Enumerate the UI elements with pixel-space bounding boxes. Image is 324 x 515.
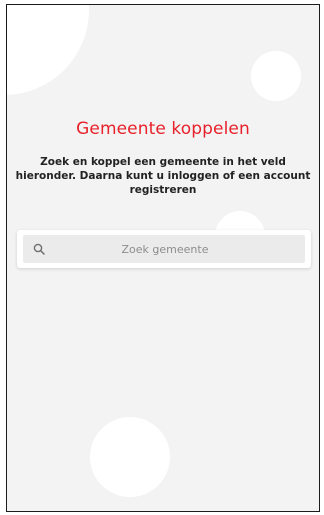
page-title: Gemeente koppelen (76, 119, 250, 139)
app-window: Gemeente koppelen Zoek en koppel een gem… (6, 4, 320, 512)
page-subtitle: Zoek en koppel een gemeente in het veld … (15, 156, 311, 196)
search-icon (23, 235, 55, 263)
search-field[interactable] (23, 235, 305, 263)
screen: Gemeente koppelen Zoek en koppel een gem… (0, 0, 324, 515)
main-content: Gemeente koppelen Zoek en koppel een gem… (7, 5, 319, 511)
search-input[interactable] (55, 235, 305, 263)
search-card (17, 230, 311, 268)
